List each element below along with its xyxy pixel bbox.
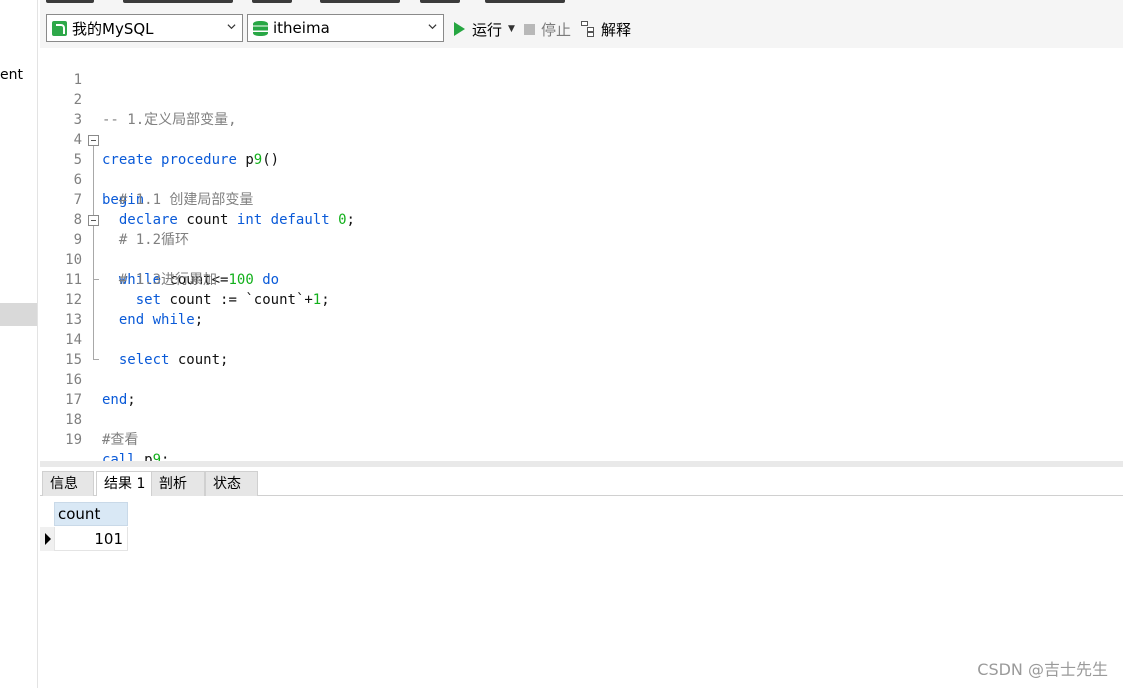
code-line: 9 while count<=100 do bbox=[40, 210, 1123, 288]
tab-info[interactable]: 信息 bbox=[42, 471, 94, 496]
navigator-item-label[interactable]: ent bbox=[0, 67, 23, 83]
code-line: 8 # 1.2循环 bbox=[40, 190, 1123, 248]
toolbar-remnant-item[interactable] bbox=[46, 0, 94, 3]
database-select-value: itheima bbox=[273, 19, 330, 37]
code-line: 19 call p9; bbox=[40, 410, 1123, 468]
code-line: 3 bbox=[40, 90, 1123, 128]
code-line: 5 begin bbox=[40, 130, 1123, 208]
stop-icon bbox=[524, 23, 535, 35]
code-line: 4 create procedure p9() bbox=[40, 110, 1123, 168]
current-row-indicator-icon[interactable] bbox=[40, 527, 54, 551]
tab-result-1[interactable]: 结果 1 bbox=[96, 471, 152, 497]
database-icon bbox=[253, 20, 268, 36]
code-line: 14 select count; bbox=[40, 310, 1123, 368]
fold-collapse-icon[interactable] bbox=[88, 215, 99, 226]
table-cell[interactable]: 101 bbox=[54, 527, 128, 551]
fold-collapse-icon[interactable] bbox=[88, 135, 99, 146]
query-toolbar: 我的MySQL itheima 运行 ▼ 停止 解释 bbox=[40, 6, 1123, 48]
code-line: 17 bbox=[40, 370, 1123, 408]
code-line: 11 set count := `count`+1; bbox=[40, 250, 1123, 308]
run-button-label: 运行 bbox=[472, 20, 503, 39]
code-line: 12 end while; bbox=[40, 270, 1123, 328]
code-line: 18 #查看 bbox=[40, 390, 1123, 448]
mysql-connection-icon bbox=[52, 20, 67, 36]
play-icon bbox=[454, 22, 465, 36]
explain-button-label: 解释 bbox=[601, 20, 632, 39]
connection-select-value: 我的MySQL bbox=[72, 19, 154, 38]
code-line: 1 bbox=[40, 50, 1123, 88]
code-line: 6 # 1.1 创建局部变量 bbox=[40, 150, 1123, 208]
chevron-down-icon bbox=[227, 24, 236, 30]
navigator-panel: ent bbox=[0, 0, 38, 688]
column-header-count[interactable]: count bbox=[54, 502, 128, 526]
connection-select[interactable]: 我的MySQL bbox=[46, 14, 243, 42]
result-grid: count 101 bbox=[40, 496, 1123, 688]
stop-button-label: 停止 bbox=[541, 20, 572, 39]
watermark: CSDN @吉士先生 bbox=[977, 660, 1108, 679]
chevron-down-icon bbox=[428, 24, 437, 30]
code-line: 16 end; bbox=[40, 350, 1123, 408]
code-line: 13 bbox=[40, 290, 1123, 328]
toolbar-remnant-item[interactable] bbox=[252, 0, 292, 3]
code-line: 15 bbox=[40, 330, 1123, 368]
tab-profile[interactable]: 剖析 bbox=[151, 471, 205, 496]
code-line: 10 # 1.3进行累加 bbox=[40, 230, 1123, 288]
toolbar-remnant-item[interactable] bbox=[420, 0, 460, 3]
explain-button[interactable]: 解释 bbox=[581, 19, 631, 39]
line-number: 19 bbox=[65, 432, 82, 448]
toolbar-remnant-item[interactable] bbox=[320, 0, 400, 3]
result-tab-bar: 信息 结果 1 剖析 状态 bbox=[40, 467, 1123, 497]
code-line: 7 declare count int default 0; bbox=[40, 170, 1123, 228]
stop-button[interactable]: 停止 bbox=[524, 19, 571, 39]
navigator-selected-row[interactable] bbox=[0, 303, 37, 326]
code-text: #查看 bbox=[102, 432, 139, 448]
explain-icon bbox=[581, 21, 597, 37]
run-dropdown-arrow-icon[interactable]: ▼ bbox=[508, 24, 515, 34]
run-button[interactable]: 运行 ▼ bbox=[454, 19, 515, 39]
code-line: 2 -- 1.定义局部变量, bbox=[40, 70, 1123, 128]
toolbar-remnant-item[interactable] bbox=[123, 0, 233, 3]
sql-editor[interactable]: 1 2 -- 1.定义局部变量, 3 4 create procedure p9… bbox=[40, 48, 1123, 468]
tab-status[interactable]: 状态 bbox=[205, 471, 258, 496]
database-select[interactable]: itheima bbox=[247, 14, 444, 42]
toolbar-remnant-item[interactable] bbox=[485, 0, 565, 3]
